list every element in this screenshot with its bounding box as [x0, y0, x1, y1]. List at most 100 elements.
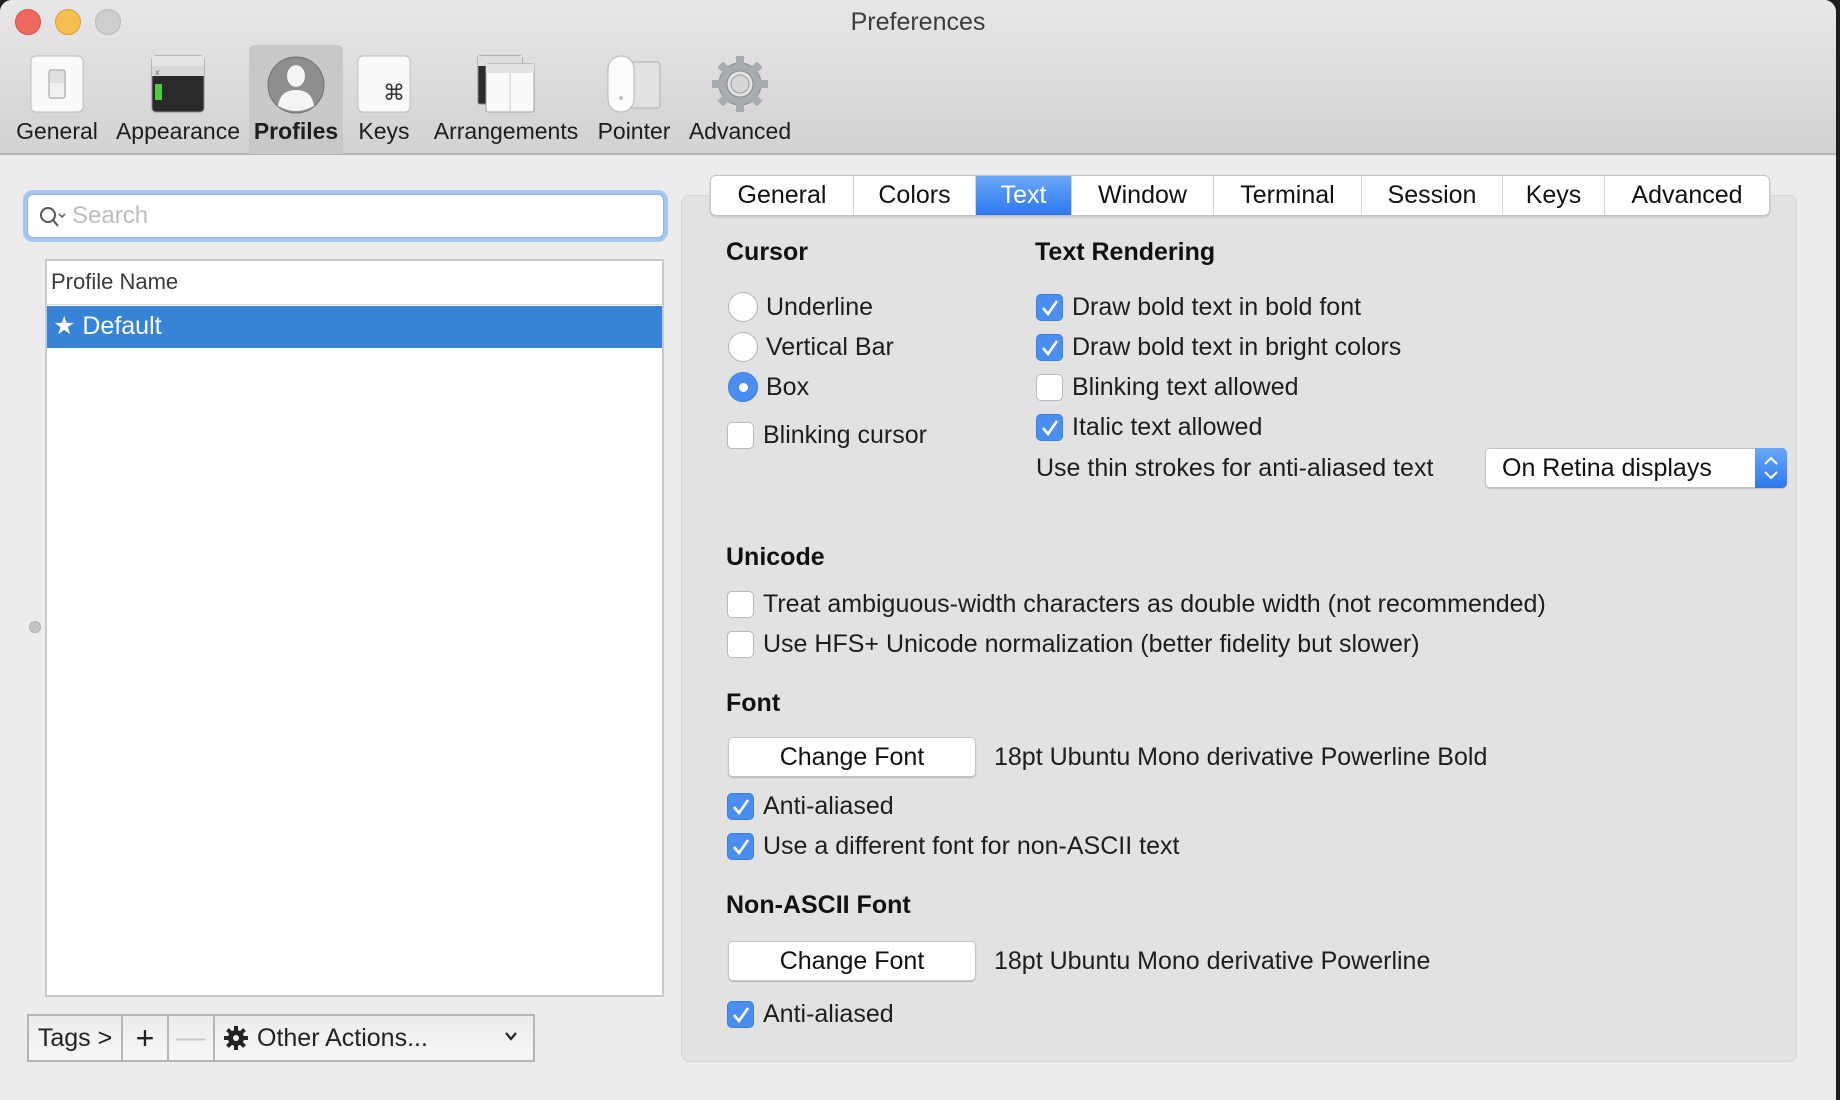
- command-key-icon: ⌘: [357, 55, 411, 113]
- radio-indicator: [728, 292, 758, 322]
- current-non-ascii-font-label: 18pt Ubuntu Mono derivative Powerline: [994, 947, 1431, 975]
- appearance-window-icon: x: [151, 55, 205, 113]
- checkbox-indicator: [727, 421, 754, 449]
- checkmark-icon: [733, 838, 750, 855]
- checkbox-indicator: [727, 590, 754, 618]
- toolbar-advanced[interactable]: Advanced: [684, 45, 796, 154]
- gear-icon: [712, 56, 768, 112]
- tab-terminal[interactable]: Terminal: [1214, 176, 1362, 215]
- toolbar-appearance[interactable]: x Appearance: [112, 45, 244, 154]
- titlebar: Preferences General x Appearance Profile…: [0, 0, 1836, 155]
- thin-strokes-select[interactable]: On Retina displays: [1485, 448, 1787, 488]
- other-actions-menu[interactable]: Other Actions...: [215, 1016, 533, 1060]
- bright-colors-label: Draw bold text in bright colors: [1072, 332, 1402, 361]
- tab-general[interactable]: General: [711, 176, 854, 215]
- checkmark-icon: [1042, 339, 1059, 356]
- blinking-cursor-checkbox[interactable]: Blinking cursor: [727, 418, 927, 452]
- toolbar-pointer[interactable]: Pointer: [592, 45, 676, 154]
- general-switch-icon: [30, 55, 84, 113]
- checkbox-indicator: [1036, 373, 1063, 401]
- font-anti-aliased-checkbox[interactable]: Anti-aliased: [727, 789, 894, 823]
- bold-font-checkbox[interactable]: Draw bold text in bold font: [1036, 290, 1361, 324]
- toolbar-arrangements-label: Arrangements: [433, 118, 579, 144]
- toolbar-keys[interactable]: ⌘ Keys: [348, 45, 420, 154]
- toolbar-profiles[interactable]: Profiles: [249, 45, 343, 154]
- checkbox-indicator: [1036, 293, 1063, 321]
- cursor-vertical-bar-radio[interactable]: Vertical Bar: [728, 330, 894, 364]
- checkmark-icon: [1042, 299, 1059, 316]
- search-icon: [40, 207, 66, 227]
- blinking-text-checkbox[interactable]: Blinking text allowed: [1036, 370, 1299, 404]
- font-anti-aliased-label: Anti-aliased: [763, 791, 894, 820]
- tab-session[interactable]: Session: [1362, 176, 1503, 215]
- cursor-box-label: Box: [766, 372, 810, 401]
- cursor-vertical-bar-label: Vertical Bar: [766, 332, 894, 361]
- profile-search-input[interactable]: [72, 199, 652, 233]
- profile-tabs: General Colors Text Window Terminal Sess…: [710, 175, 1770, 216]
- unicode-heading: Unicode: [726, 543, 825, 571]
- gear-icon: [224, 1026, 248, 1050]
- toolbar-general[interactable]: General: [8, 45, 106, 154]
- profile-actions-bar: Tags > + — Other Actions...: [27, 1014, 535, 1062]
- toolbar-arrangements[interactable]: Arrangements: [428, 45, 584, 154]
- current-font-label: 18pt Ubuntu Mono derivative Powerline Bo…: [994, 743, 1488, 771]
- italic-text-checkbox[interactable]: Italic text allowed: [1036, 410, 1262, 444]
- checkmark-icon: [733, 798, 750, 815]
- arrangements-windows-icon: [477, 55, 535, 113]
- bold-font-label: Draw bold text in bold font: [1072, 292, 1362, 321]
- checkbox-indicator: [727, 832, 754, 860]
- non-ascii-anti-aliased-checkbox[interactable]: Anti-aliased: [727, 997, 894, 1031]
- tags-toggle-button[interactable]: Tags >: [29, 1016, 123, 1060]
- default-star-icon: ★: [53, 312, 76, 340]
- remove-profile-button[interactable]: —: [169, 1016, 215, 1060]
- different-non-ascii-font-checkbox[interactable]: Use a different font for non-ASCII text: [727, 829, 1179, 863]
- profile-name-column-header[interactable]: Profile Name: [47, 261, 662, 305]
- toolbar-appearance-label: Appearance: [115, 118, 241, 144]
- different-non-ascii-font-label: Use a different font for non-ASCII text: [763, 831, 1180, 860]
- change-non-ascii-font-button[interactable]: Change Font: [728, 941, 976, 981]
- mouse-icon: [607, 55, 661, 113]
- tab-keys[interactable]: Keys: [1503, 176, 1605, 215]
- window-title: Preferences: [850, 8, 986, 36]
- split-view-handle[interactable]: [29, 621, 41, 633]
- thin-strokes-value: On Retina displays: [1502, 454, 1712, 482]
- cursor-heading: Cursor: [726, 238, 808, 266]
- toolbar-pointer-label: Pointer: [597, 118, 671, 144]
- hfs-normalization-label: Use HFS+ Unicode normalization (better f…: [763, 629, 1420, 658]
- tab-window[interactable]: Window: [1072, 176, 1214, 215]
- profile-row-default[interactable]: ★ Default: [47, 306, 662, 348]
- cursor-box-radio[interactable]: Box: [728, 370, 809, 404]
- checkbox-indicator: [727, 630, 754, 658]
- add-profile-button[interactable]: +: [123, 1016, 169, 1060]
- bright-colors-checkbox[interactable]: Draw bold text in bright colors: [1036, 330, 1401, 364]
- profile-search-field[interactable]: [27, 194, 664, 238]
- profile-silhouette-icon: [267, 56, 325, 114]
- italic-text-label: Italic text allowed: [1072, 412, 1263, 441]
- thin-strokes-label: Use thin strokes for anti-aliased text: [1036, 453, 1434, 482]
- non-ascii-anti-aliased-label: Anti-aliased: [763, 999, 894, 1028]
- svg-text:x: x: [155, 68, 160, 77]
- non-ascii-font-heading: Non-ASCII Font: [726, 891, 911, 919]
- ambiguous-width-label: Treat ambiguous-width characters as doub…: [763, 589, 1546, 618]
- radio-indicator: [728, 372, 758, 402]
- font-heading: Font: [726, 689, 781, 717]
- tab-colors[interactable]: Colors: [854, 176, 976, 215]
- cursor-underline-label: Underline: [766, 292, 874, 321]
- checkbox-indicator: [727, 1000, 754, 1028]
- checkbox-indicator: [1036, 413, 1063, 441]
- preferences-window: Preferences General x Appearance Profile…: [0, 0, 1836, 1100]
- change-font-button[interactable]: Change Font: [728, 737, 976, 777]
- checkmark-icon: [1042, 419, 1059, 436]
- toolbar-keys-label: Keys: [358, 118, 410, 144]
- profile-list[interactable]: Profile Name ★ Default: [45, 259, 664, 997]
- other-actions-label: Other Actions...: [257, 1023, 428, 1052]
- tab-text[interactable]: Text: [976, 176, 1072, 215]
- hfs-normalization-checkbox[interactable]: Use HFS+ Unicode normalization (better f…: [727, 627, 1420, 661]
- profile-row-name: Default: [82, 312, 162, 340]
- select-stepper: [1755, 448, 1787, 488]
- ambiguous-width-checkbox[interactable]: Treat ambiguous-width characters as doub…: [727, 587, 1546, 621]
- toolbar-general-label: General: [16, 118, 98, 144]
- cursor-underline-radio[interactable]: Underline: [728, 290, 873, 324]
- toolbar-advanced-label: Advanced: [688, 118, 792, 144]
- tab-advanced[interactable]: Advanced: [1605, 176, 1769, 215]
